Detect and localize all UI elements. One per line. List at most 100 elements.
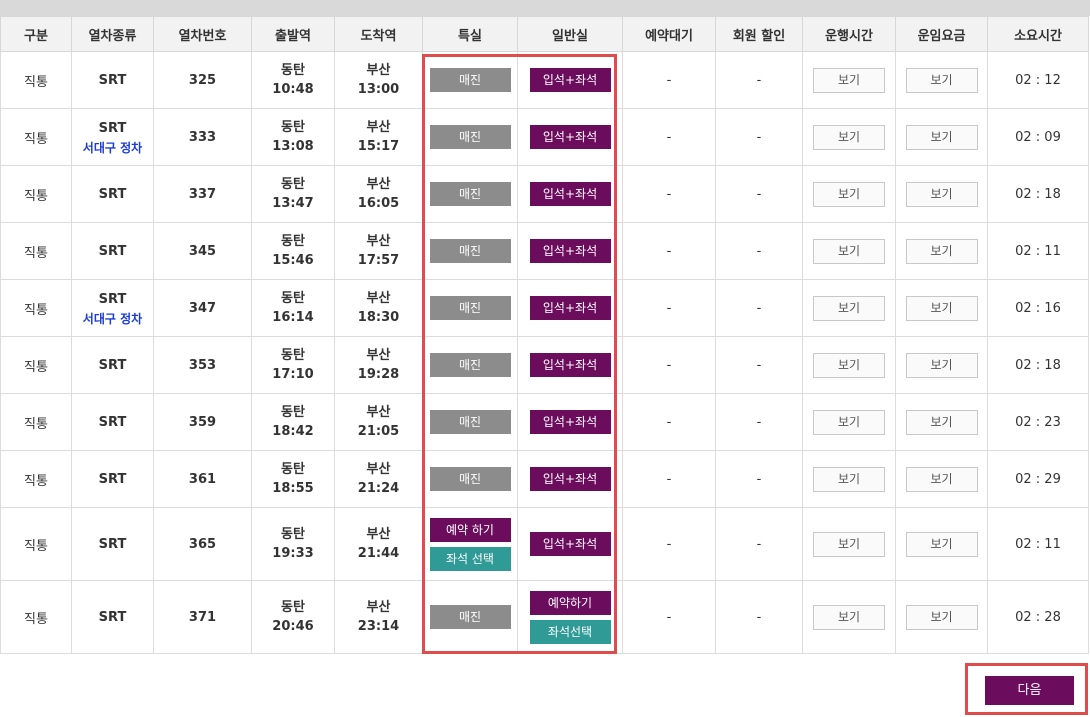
view-schedule-button[interactable]: 보기 <box>813 466 885 492</box>
category-cell: 직통 <box>0 51 72 109</box>
duration-cell: 02 : 16 <box>987 279 1089 337</box>
departure-cell: 동탄 18:55 <box>251 450 335 508</box>
category-cell: 직통 <box>0 279 72 337</box>
first-class-seat-select-button[interactable]: 좌석 선택 <box>429 546 511 571</box>
header-category: 구분 <box>0 16 72 52</box>
category-cell: 직통 <box>0 108 72 166</box>
fare-cell: 보기 <box>895 51 988 109</box>
view-fare-button[interactable]: 보기 <box>905 124 978 150</box>
train-number-cell: 353 <box>153 336 252 394</box>
discount-cell: - <box>715 279 803 337</box>
train-type-text: SRT <box>98 243 127 259</box>
next-button[interactable]: 다음 <box>985 676 1074 705</box>
first-class-button: 매진 <box>429 410 511 434</box>
view-schedule-button[interactable]: 보기 <box>813 604 885 630</box>
top-strip <box>0 0 1090 16</box>
view-schedule-button[interactable]: 보기 <box>813 67 885 93</box>
table-row: 직통 SRT 337 동탄 13:47 부산 16:05 매진 입석+좌석 - - 보기 보기 02 : … <box>0 165 1089 223</box>
view-fare-button[interactable]: 보기 <box>905 466 978 492</box>
train-type-cell: SRT <box>71 336 154 394</box>
departure-station: 동탄 <box>281 63 305 78</box>
discount-cell: - <box>715 507 803 581</box>
view-fare-button[interactable]: 보기 <box>905 67 978 93</box>
standard-class-cell: 입석+좌석 <box>517 51 623 109</box>
standard-class-button[interactable]: 입석+좌석 <box>529 239 611 263</box>
discount-cell: - <box>715 450 803 508</box>
category-cell: 직통 <box>0 336 72 394</box>
view-fare-button[interactable]: 보기 <box>905 604 978 630</box>
standard-class-seat-select-button[interactable]: 좌석선택 <box>529 619 611 644</box>
view-schedule-button[interactable]: 보기 <box>813 409 885 435</box>
standard-class-button[interactable]: 입석+좌석 <box>529 68 611 92</box>
train-type-cell: SRT <box>71 393 154 451</box>
departure-cell: 동탄 16:14 <box>251 279 335 337</box>
train-type-text: SRT <box>98 471 127 487</box>
schedule-cell: 보기 <box>802 393 896 451</box>
first-class-button: 매진 <box>429 605 511 629</box>
category-cell: 직통 <box>0 222 72 280</box>
standard-class-cell: 입석+좌석 <box>517 507 623 581</box>
standard-class-cell: 입석+좌석 <box>517 279 623 337</box>
standard-class-button[interactable]: 입석+좌석 <box>529 182 611 206</box>
first-class-button: 매진 <box>429 125 511 149</box>
view-schedule-button[interactable]: 보기 <box>813 352 885 378</box>
arrival-station: 부산 <box>366 405 391 420</box>
view-schedule-button[interactable]: 보기 <box>813 124 885 150</box>
standard-class-button[interactable]: 입석+좌석 <box>529 296 611 320</box>
standard-class-button[interactable]: 입석+좌석 <box>529 353 611 377</box>
standard-class-button[interactable]: 입석+좌석 <box>529 467 611 491</box>
view-schedule-button[interactable]: 보기 <box>813 181 885 207</box>
train-type-cell: SRT <box>71 450 154 508</box>
duration-cell: 02 : 18 <box>987 165 1089 223</box>
arrival-cell: 부산 21:24 <box>334 450 423 508</box>
arrival-cell: 부산 13:00 <box>334 51 423 109</box>
fare-cell: 보기 <box>895 108 988 166</box>
first-class-button[interactable]: 예약 하기 <box>429 517 511 542</box>
category-cell: 직통 <box>0 165 72 223</box>
waitlist-cell: - <box>622 279 716 337</box>
view-fare-button[interactable]: 보기 <box>905 409 978 435</box>
view-schedule-button[interactable]: 보기 <box>813 295 885 321</box>
table-row: 직통 SRT 371 동탄 20:46 부산 23:14 매진 예약하기 좌석선택 - - 보기 보기 02… <box>0 580 1089 654</box>
arrival-station: 부산 <box>366 462 391 477</box>
table-row: 직통 SRT 345 동탄 15:46 부산 17:57 매진 입석+좌석 - - 보기 보기 02 : … <box>0 222 1089 280</box>
standard-class-cell: 입석+좌석 <box>517 336 623 394</box>
train-number-cell: 345 <box>153 222 252 280</box>
view-fare-button[interactable]: 보기 <box>905 295 978 321</box>
schedule-cell: 보기 <box>802 507 896 581</box>
view-fare-button[interactable]: 보기 <box>905 531 978 557</box>
duration-cell: 02 : 23 <box>987 393 1089 451</box>
arrival-time: 18:30 <box>357 310 400 325</box>
standard-class-button[interactable]: 입석+좌석 <box>529 532 611 556</box>
view-fare-button[interactable]: 보기 <box>905 181 978 207</box>
waitlist-cell: - <box>622 108 716 166</box>
standard-class-button[interactable]: 예약하기 <box>529 590 611 615</box>
first-class-cell: 매진 <box>422 51 518 109</box>
header-first-class: 특실 <box>422 16 518 52</box>
view-fare-button[interactable]: 보기 <box>905 238 978 264</box>
arrival-station: 부산 <box>366 291 391 306</box>
category-cell: 직통 <box>0 580 72 654</box>
departure-station: 동탄 <box>281 462 305 477</box>
view-schedule-button[interactable]: 보기 <box>813 238 885 264</box>
fare-cell: 보기 <box>895 507 988 581</box>
schedule-cell: 보기 <box>802 108 896 166</box>
view-schedule-button[interactable]: 보기 <box>813 531 885 557</box>
train-type-cell: SRT <box>71 580 154 654</box>
arrival-time: 21:44 <box>357 546 400 561</box>
table-row: 직통 SRT 325 동탄 10:48 부산 13:00 매진 입석+좌석 - - 보기 보기 02 : … <box>0 51 1089 109</box>
departure-time: 10:48 <box>272 82 314 97</box>
header-duration: 소요시간 <box>987 16 1089 52</box>
schedule-cell: 보기 <box>802 51 896 109</box>
standard-class-button[interactable]: 입석+좌석 <box>529 410 611 434</box>
duration-cell: 02 : 28 <box>987 580 1089 654</box>
first-class-button: 매진 <box>429 239 511 263</box>
departure-time: 17:10 <box>272 367 314 382</box>
departure-cell: 동탄 20:46 <box>251 580 335 654</box>
train-results-table: 구분 열차종류 열차번호 출발역 도착역 특실 일반실 예약대기 회원 할인 운… <box>0 16 1089 654</box>
train-number-cell: 371 <box>153 580 252 654</box>
discount-cell: - <box>715 393 803 451</box>
standard-class-button[interactable]: 입석+좌석 <box>529 125 611 149</box>
standard-class-cell: 입석+좌석 <box>517 450 623 508</box>
view-fare-button[interactable]: 보기 <box>905 352 978 378</box>
